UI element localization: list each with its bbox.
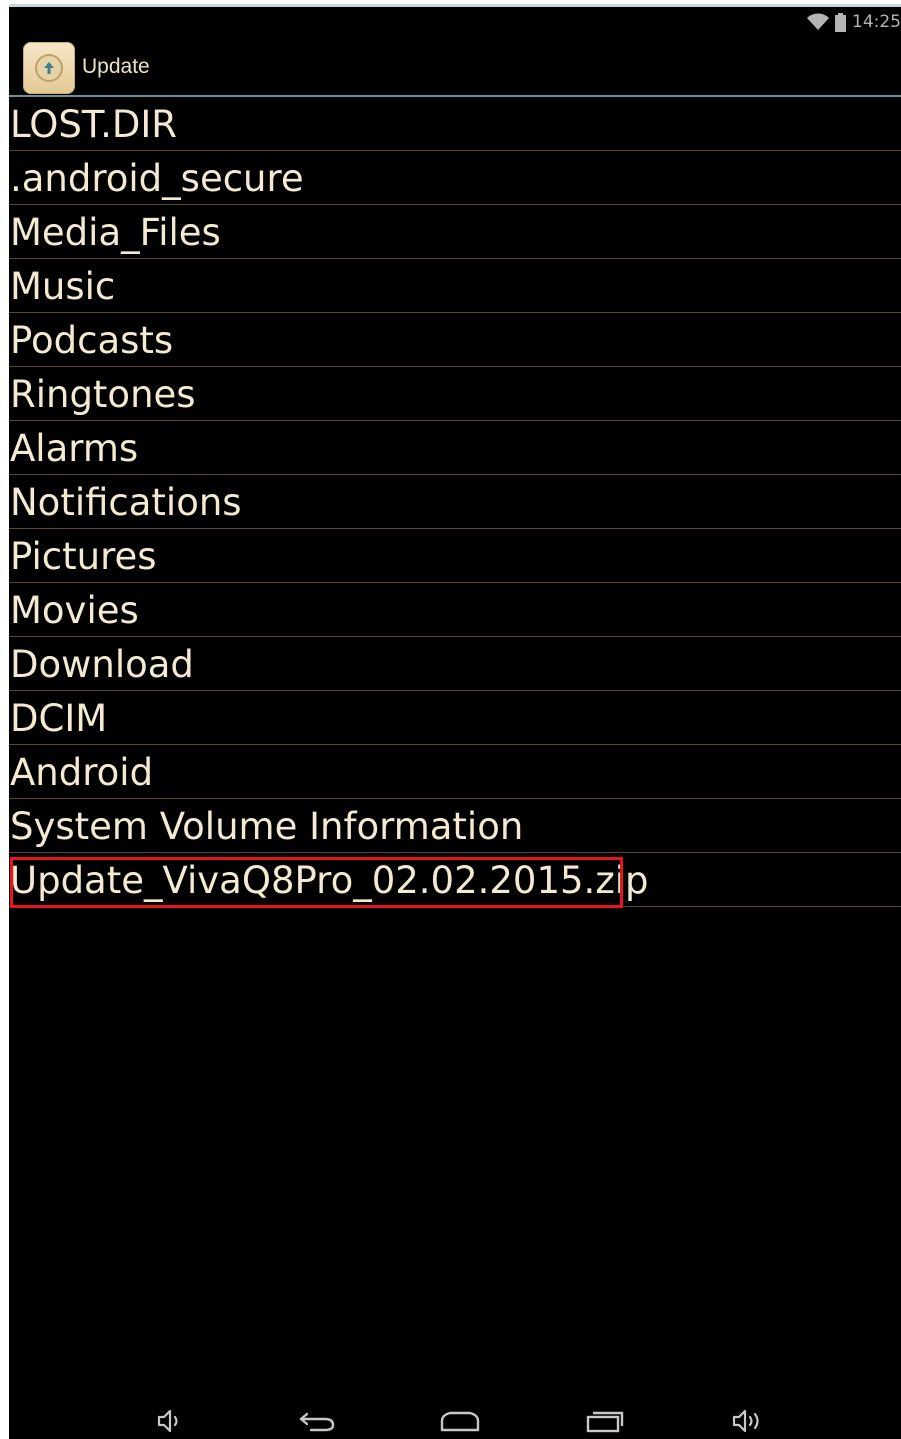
file-list: LOST.DIR .android_secure Media_Files Mus… (9, 97, 901, 907)
file-name: Media_Files (10, 211, 221, 254)
volume-down-icon (156, 1408, 184, 1434)
file-item-download[interactable]: Download (9, 637, 901, 691)
android-screen: 14:25 Update LOST.DIR .android_secure Me… (9, 4, 901, 1439)
volume-up-icon (731, 1408, 765, 1434)
file-item-android[interactable]: Android (9, 745, 901, 799)
file-item-android-secure[interactable]: .android_secure (9, 151, 901, 205)
navigation-bar (9, 1399, 901, 1439)
action-bar: Update (9, 37, 901, 95)
home-icon (438, 1409, 482, 1433)
file-item-media-files[interactable]: Media_Files (9, 205, 901, 259)
status-bar: 14:25 (9, 7, 901, 37)
recent-apps-icon (584, 1409, 626, 1433)
volume-down-button[interactable] (152, 1407, 188, 1435)
clock: 14:25 (852, 12, 901, 32)
file-name: DCIM (10, 697, 108, 740)
recent-apps-button[interactable] (583, 1407, 627, 1435)
back-button[interactable] (295, 1407, 339, 1435)
file-name: LOST.DIR (10, 103, 177, 146)
file-item-movies[interactable]: Movies (9, 583, 901, 637)
file-item-system-volume-information[interactable]: System Volume Information (9, 799, 901, 853)
file-name: Music (10, 265, 116, 308)
file-item-ringtones[interactable]: Ringtones (9, 367, 901, 421)
file-item-update-zip[interactable]: Update_VivaQ8Pro_02.02.2015.zip (9, 853, 901, 907)
up-button[interactable] (23, 42, 75, 94)
wifi-icon (807, 13, 829, 31)
file-name: Android (10, 751, 154, 794)
volume-up-button[interactable] (728, 1407, 768, 1435)
file-item-podcasts[interactable]: Podcasts (9, 313, 901, 367)
arrow-up-icon (35, 54, 63, 82)
page-title: Update (82, 55, 150, 78)
file-name: Ringtones (10, 373, 196, 416)
file-item-pictures[interactable]: Pictures (9, 529, 901, 583)
status-icons: 14:25 (807, 11, 901, 33)
file-item-lost-dir[interactable]: LOST.DIR (9, 97, 901, 151)
file-name: Download (10, 643, 194, 686)
file-name: Update_VivaQ8Pro_02.02.2015.zip (10, 859, 649, 902)
file-item-alarms[interactable]: Alarms (9, 421, 901, 475)
battery-icon (835, 12, 846, 32)
file-name: .android_secure (10, 157, 304, 200)
home-button[interactable] (437, 1407, 483, 1435)
file-item-dcim[interactable]: DCIM (9, 691, 901, 745)
file-name: Notifications (10, 481, 242, 524)
file-name: Podcasts (10, 319, 174, 362)
back-icon (297, 1409, 337, 1433)
file-name: System Volume Information (10, 805, 524, 848)
file-name: Alarms (10, 427, 139, 470)
file-item-notifications[interactable]: Notifications (9, 475, 901, 529)
file-name: Movies (10, 589, 139, 632)
file-name: Pictures (10, 535, 157, 578)
file-item-music[interactable]: Music (9, 259, 901, 313)
